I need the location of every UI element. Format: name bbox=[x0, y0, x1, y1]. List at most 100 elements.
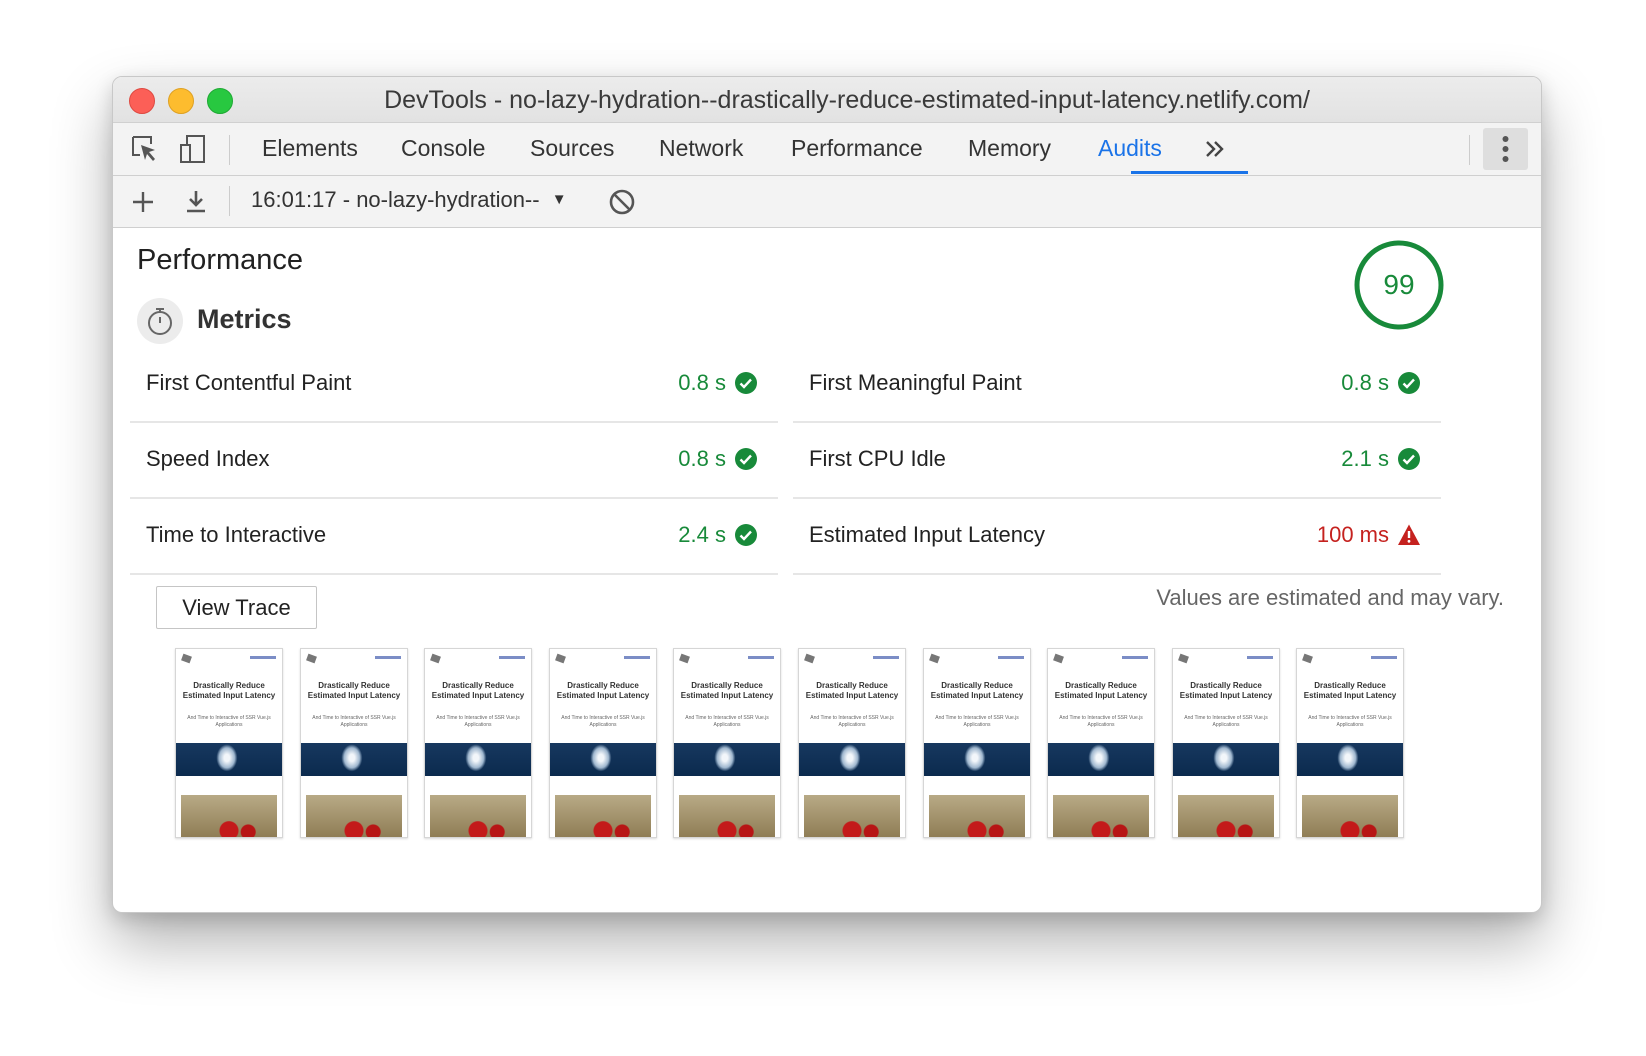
frame-logo-icon bbox=[1302, 653, 1313, 664]
frame-photo bbox=[1302, 795, 1398, 837]
pass-check-icon bbox=[1398, 372, 1420, 394]
metrics-header: Metrics bbox=[137, 298, 437, 346]
customize-menu-button[interactable] bbox=[1483, 128, 1528, 170]
tab-audits[interactable]: Audits bbox=[1098, 135, 1162, 162]
frame-subtitle: And Time to Interactive of SSR Vue.js Ap… bbox=[935, 715, 1019, 728]
frame-hero-image bbox=[1173, 743, 1279, 776]
devtools-window: DevTools - no-lazy-hydration--drasticall… bbox=[112, 76, 1542, 913]
frame-nav bbox=[998, 656, 1024, 659]
metric-value: 100 ms bbox=[1316, 522, 1389, 547]
metric-name: Time to Interactive bbox=[146, 522, 327, 547]
frame-title: Drastically Reduce Estimated Input Laten… bbox=[1054, 681, 1148, 700]
frame-title: Drastically Reduce Estimated Input Laten… bbox=[805, 681, 899, 700]
frame-title: Drastically Reduce Estimated Input Laten… bbox=[930, 681, 1024, 700]
frame-subtitle: And Time to Interactive of SSR Vue.js Ap… bbox=[312, 715, 396, 728]
tab-console[interactable]: Console bbox=[401, 135, 485, 162]
frame-photo bbox=[555, 795, 651, 837]
view-trace-button[interactable]: View Trace bbox=[156, 586, 317, 629]
metric-first-contentful-paint: First Contentful Paint 0.8 s bbox=[130, 347, 778, 423]
dropdown-arrow-icon: ▼ bbox=[551, 191, 567, 208]
frame-subtitle: And Time to Interactive of SSR Vue.js Ap… bbox=[436, 715, 520, 728]
title-bar: DevTools - no-lazy-hydration--drasticall… bbox=[113, 77, 1541, 123]
frame-title: Drastically Reduce Estimated Input Laten… bbox=[1179, 681, 1273, 700]
clear-all-block-icon[interactable] bbox=[607, 187, 637, 217]
tab-elements[interactable]: Elements bbox=[262, 135, 358, 162]
frame-subtitle: And Time to Interactive of SSR Vue.js Ap… bbox=[1308, 715, 1392, 728]
filmstrip-frame: Drastically Reduce Estimated Input Laten… bbox=[1296, 648, 1404, 838]
tab-sources[interactable]: Sources bbox=[530, 135, 614, 162]
metric-name: First Meaningful Paint bbox=[809, 370, 1022, 395]
audit-report: Performance 99 Metrics First Contentful … bbox=[113, 228, 1541, 848]
metric-name: Speed Index bbox=[146, 446, 270, 471]
report-selector[interactable]: 16:01:17 - no-lazy-hydration-- ▼ bbox=[251, 187, 567, 213]
frame-title: Drastically Reduce Estimated Input Laten… bbox=[1303, 681, 1397, 700]
frame-subtitle: And Time to Interactive of SSR Vue.js Ap… bbox=[1059, 715, 1143, 728]
frame-logo-icon bbox=[555, 653, 566, 664]
filmstrip-frame: Drastically Reduce Estimated Input Laten… bbox=[300, 648, 408, 838]
frame-title: Drastically Reduce Estimated Input Laten… bbox=[431, 681, 525, 700]
filmstrip-frame: Drastically Reduce Estimated Input Laten… bbox=[175, 648, 283, 838]
frame-photo bbox=[679, 795, 775, 837]
pass-check-icon bbox=[735, 524, 757, 546]
frame-hero-image bbox=[1048, 743, 1154, 776]
new-audit-plus-icon[interactable] bbox=[127, 186, 159, 218]
toolbar-divider bbox=[229, 135, 230, 165]
frame-hero-image bbox=[1297, 743, 1403, 776]
frame-nav bbox=[873, 656, 899, 659]
kebab-menu-icon bbox=[1502, 136, 1509, 162]
frame-logo-icon bbox=[430, 653, 441, 664]
frame-subtitle: And Time to Interactive of SSR Vue.js Ap… bbox=[1184, 715, 1268, 728]
frame-nav bbox=[250, 656, 276, 659]
filmstrip-frame: Drastically Reduce Estimated Input Laten… bbox=[798, 648, 906, 838]
download-report-icon[interactable] bbox=[180, 186, 212, 218]
frame-logo-icon bbox=[679, 653, 690, 664]
metric-value: 2.4 s bbox=[678, 522, 726, 547]
active-tab-indicator bbox=[1131, 171, 1248, 174]
metric-value: 0.8 s bbox=[678, 446, 726, 471]
frame-nav bbox=[375, 656, 401, 659]
frame-title: Drastically Reduce Estimated Input Laten… bbox=[307, 681, 401, 700]
frame-hero-image bbox=[425, 743, 531, 776]
inspect-element-icon[interactable] bbox=[129, 133, 161, 165]
stopwatch-icon-wrap bbox=[137, 298, 183, 344]
frame-photo bbox=[1178, 795, 1274, 837]
frame-photo bbox=[181, 795, 277, 837]
frame-hero-image bbox=[674, 743, 780, 776]
frame-logo-icon bbox=[1053, 653, 1064, 664]
frame-photo bbox=[1053, 795, 1149, 837]
metric-estimated-input-latency: Estimated Input Latency 100 ms bbox=[793, 499, 1441, 575]
metric-speed-index: Speed Index 0.8 s bbox=[130, 423, 778, 499]
frame-nav bbox=[624, 656, 650, 659]
metric-name: Estimated Input Latency bbox=[809, 522, 1046, 547]
pass-check-icon bbox=[735, 448, 757, 470]
frame-nav bbox=[499, 656, 525, 659]
metrics-heading: Metrics bbox=[197, 304, 292, 334]
device-toolbar-icon[interactable] bbox=[177, 133, 209, 165]
metric-value: 2.1 s bbox=[1341, 446, 1389, 471]
devtools-tab-bar: Elements Console Sources Network Perform… bbox=[113, 123, 1541, 176]
tab-memory[interactable]: Memory bbox=[968, 135, 1051, 162]
frame-subtitle: And Time to Interactive of SSR Vue.js Ap… bbox=[810, 715, 894, 728]
frame-subtitle: And Time to Interactive of SSR Vue.js Ap… bbox=[187, 715, 271, 728]
report-selector-value: 16:01:17 - no-lazy-hydration-- bbox=[251, 187, 540, 212]
frame-hero-image bbox=[550, 743, 656, 776]
frame-hero-image bbox=[176, 743, 282, 776]
more-tabs-chevron-icon[interactable] bbox=[1201, 135, 1229, 163]
frame-nav bbox=[1122, 656, 1148, 659]
filmstrip-frame: Drastically Reduce Estimated Input Laten… bbox=[673, 648, 781, 838]
metric-first-cpu-idle: First CPU Idle 2.1 s bbox=[793, 423, 1441, 499]
frame-photo bbox=[430, 795, 526, 837]
frame-nav bbox=[1247, 656, 1273, 659]
frame-hero-image bbox=[799, 743, 905, 776]
category-title: Performance bbox=[137, 244, 304, 276]
filmstrip-frame: Drastically Reduce Estimated Input Laten… bbox=[1047, 648, 1155, 838]
tab-network[interactable]: Network bbox=[659, 135, 743, 162]
tab-performance[interactable]: Performance bbox=[791, 135, 923, 162]
metric-name: First Contentful Paint bbox=[146, 370, 352, 395]
metric-value: 0.8 s bbox=[678, 370, 726, 395]
frame-photo bbox=[306, 795, 402, 837]
metric-name: First CPU Idle bbox=[809, 446, 946, 471]
metric-time-to-interactive: Time to Interactive 2.4 s bbox=[130, 499, 778, 575]
filmstrip-frame: Drastically Reduce Estimated Input Laten… bbox=[424, 648, 532, 838]
metric-value: 0.8 s bbox=[1341, 370, 1389, 395]
